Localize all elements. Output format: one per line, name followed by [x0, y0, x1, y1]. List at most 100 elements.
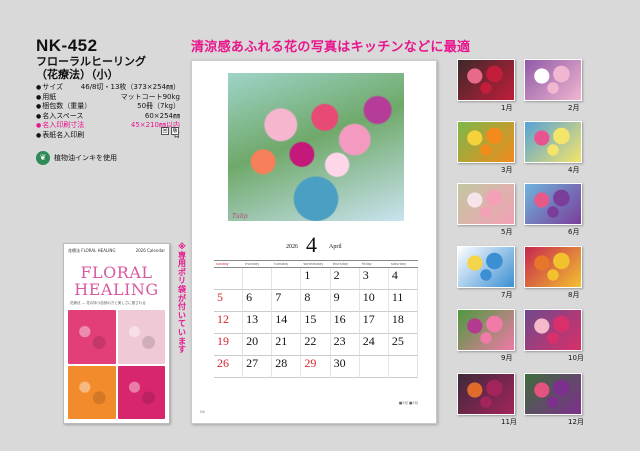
month-thumbnail-label: 10月 — [568, 354, 584, 362]
product-name: フローラルヒーリング （花療法）（小） — [36, 55, 146, 81]
weekday-label: thursday — [332, 262, 349, 266]
calendar-sheet: Tulip 2026 4 April sunday monday tuesday we… — [191, 60, 437, 424]
day-cell: 5 — [214, 290, 244, 312]
day-cell: 11 — [388, 290, 418, 312]
weekday-header: sunday monday tuesday wednesday thursday frid… — [214, 260, 418, 268]
day-cell: 20 — [243, 334, 273, 356]
month-thumbnail-label: 11月 — [501, 418, 517, 426]
product-name-line1: フローラルヒーリング — [36, 55, 146, 68]
month-thumbnail-label: 8月 — [568, 291, 580, 299]
spec-row: 用紙 マットコート90kg — [36, 93, 180, 103]
month-thumbnail-label: 12月 — [568, 418, 584, 426]
cover-title-line2: HEALING — [74, 280, 159, 299]
spec-row: 名入印刷寸法45×210㎜以内 — [36, 121, 180, 131]
badge-group: 回 版 — [161, 127, 179, 135]
flower-photo — [228, 73, 404, 221]
cover-title-line1: FLORAL — [80, 263, 153, 282]
day-cell: 30 — [330, 356, 360, 378]
month-thumbnail-label: 7月 — [501, 291, 513, 299]
month-thumbnail-label: 2月 — [568, 104, 580, 112]
day-cell: 8 — [301, 290, 331, 312]
weekday-label: sunday — [216, 262, 229, 266]
cover-photo-tile — [117, 365, 165, 419]
month-thumbnail-label: 3月 — [501, 166, 513, 174]
headline-banner: 清涼感あふれる花の写真はキッチンなどに最適 — [191, 40, 471, 55]
spec-key: サイズ — [36, 83, 63, 93]
day-cell: 23 — [330, 334, 360, 356]
weekday-label: saturday — [390, 262, 407, 266]
month-thumbnail — [457, 309, 515, 351]
month-thumbnail-label: 6月 — [568, 228, 580, 236]
weekday-label: tuesday — [274, 262, 289, 266]
badge-icon: 回 — [161, 127, 169, 135]
cover-title: FLORAL HEALING — [64, 264, 169, 298]
day-cell: 17 — [359, 312, 389, 334]
day-cell — [214, 268, 244, 290]
spec-value: 46/8切・13枚（373×254㎜） — [80, 83, 180, 91]
cover-image: 花療法 FLORAL HEALING 2026 Calendar FLORAL … — [63, 243, 170, 424]
day-cell: 18 — [388, 312, 418, 334]
spec-row: 表紙名入印刷有 — [36, 131, 180, 141]
day-cell: 29 — [301, 356, 331, 378]
month-thumbnail — [457, 121, 515, 163]
day-cell: 26 — [214, 356, 244, 378]
spec-key: 名入印刷寸法 — [36, 121, 84, 131]
eco-text: 植物油インキを使用 — [54, 154, 117, 162]
day-cell: 22 — [301, 334, 331, 356]
day-cell: 1 — [301, 268, 331, 290]
spec-row: 名入スペース 60×254㎜ — [36, 112, 180, 122]
day-cell: 10 — [359, 290, 389, 312]
day-cell — [359, 356, 389, 378]
calendar-footer: ■3月 ■5月 — [398, 401, 418, 405]
month-thumbnail — [457, 183, 515, 225]
weekday-label: wednesday — [303, 262, 324, 266]
month-thumbnail — [524, 309, 582, 351]
month-thumbnail — [524, 373, 582, 415]
cover-header-mid: 2026 Calendar — [135, 248, 165, 253]
eco-note: ❦ 植物油インキを使用 — [36, 151, 117, 165]
spec-row: サイズ 46/8切・13枚（373×254㎜） — [36, 83, 180, 93]
cover-photo-tile — [68, 310, 116, 364]
spec-value: マットコート90kg — [120, 92, 180, 101]
side-note: ※専用ポリ袋が付いています — [178, 242, 186, 355]
month-thumbnail — [457, 373, 515, 415]
day-cell: 27 — [243, 356, 273, 378]
product-code: NK-452 — [36, 36, 98, 55]
month-thumbnail-label: 1月 — [501, 104, 513, 112]
spec-list: サイズ 46/8切・13枚（373×254㎜） 用紙 マットコート90kg 梱包数（重量… — [36, 83, 180, 141]
product-name-line2: （花療法）（小） — [36, 68, 119, 81]
calendar-month-number: 4 — [306, 232, 317, 257]
day-cell: 24 — [359, 334, 389, 356]
day-cell: 28 — [272, 356, 302, 378]
spec-key: 用紙 — [36, 93, 56, 103]
cover-header-left: 花療法 FLORAL HEALING — [68, 248, 116, 253]
calendar-grid: sunday monday tuesday wednesday thursday frid… — [214, 260, 418, 378]
day-grid: 1 2 3 4 5 6 7 8 9 10 11 12 13 14 15 16 17 18 19 20 21 22 23 24 2… — [214, 268, 418, 378]
day-cell: 7 — [272, 290, 302, 312]
month-thumbnail — [524, 183, 582, 225]
day-cell: 21 — [272, 334, 302, 356]
month-thumbnail-label: 4月 — [568, 166, 580, 174]
day-cell: 16 — [330, 312, 360, 334]
day-cell: 3 — [359, 268, 389, 290]
weekday-label: friday — [361, 262, 372, 266]
day-cell: 2 — [330, 268, 360, 290]
day-cell: 6 — [243, 290, 273, 312]
spec-key: 梱包数（重量） — [36, 102, 91, 112]
spec-key: 名入スペース — [36, 112, 83, 122]
day-cell — [243, 268, 273, 290]
day-cell — [388, 356, 418, 378]
weekday-label: monday — [245, 262, 260, 266]
day-cell: 13 — [243, 312, 273, 334]
month-thumbnail — [457, 59, 515, 101]
day-cell: 25 — [388, 334, 418, 356]
spec-value: 50冊（7kg） — [137, 102, 180, 111]
day-cell: 19 — [214, 334, 244, 356]
calendar-year: 2026 — [286, 244, 298, 250]
month-thumbnail — [524, 246, 582, 288]
cover-photo-grid — [68, 310, 165, 419]
calendar-month-name: April — [329, 244, 342, 250]
month-thumbnail — [524, 59, 582, 101]
spec-key: 表紙名入印刷 — [36, 131, 84, 141]
day-cell: 4 — [388, 268, 418, 290]
